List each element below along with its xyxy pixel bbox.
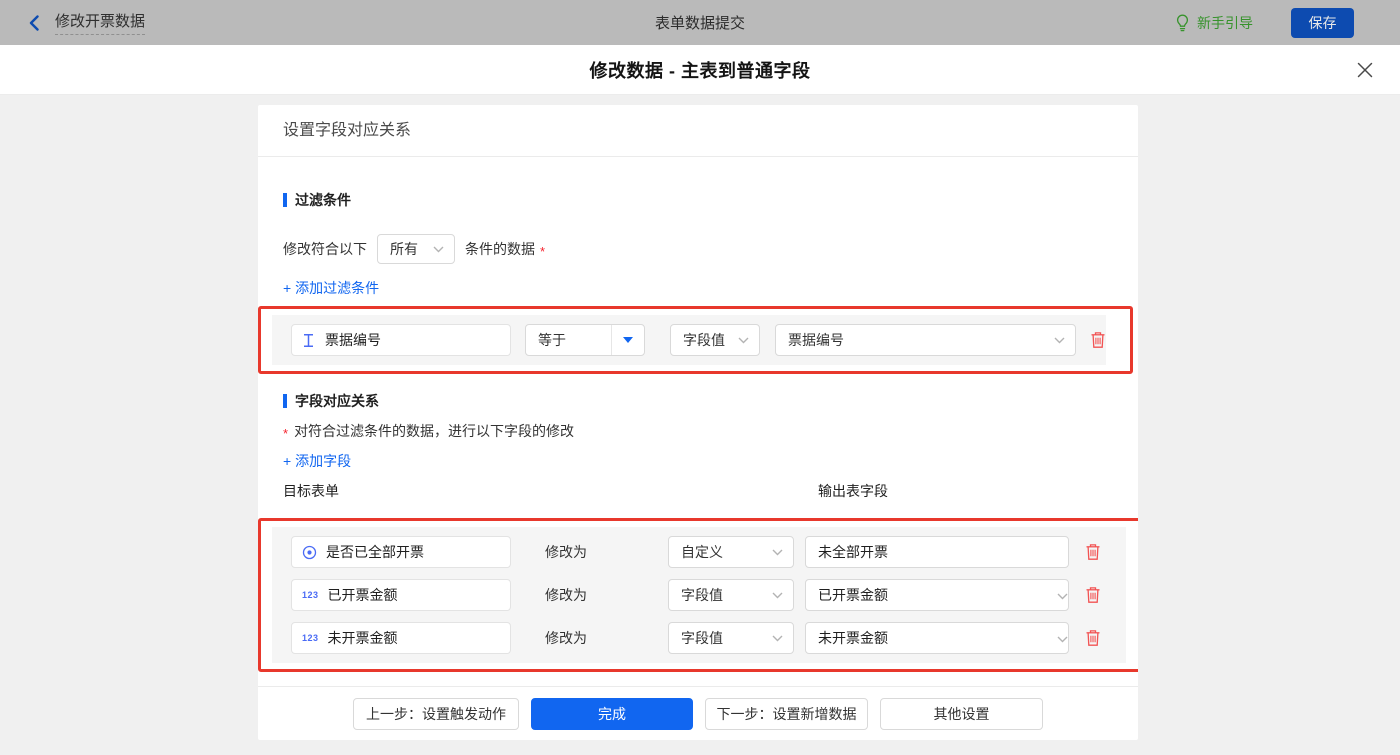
- filter-section-label: 过滤条件: [295, 192, 351, 208]
- card-footer: 上一步：设置触发动作 完成 下一步：设置新增数据 其他设置: [258, 686, 1138, 740]
- filter-suffix-text: 条件的数据: [465, 241, 535, 257]
- output-field-value: 已开票金额: [818, 587, 888, 603]
- chevron-down-icon: [1057, 587, 1068, 603]
- value-mode-select[interactable]: 字段值: [668, 579, 794, 611]
- number-field-icon: 123: [302, 633, 319, 643]
- value-field-select[interactable]: 票据编号: [775, 324, 1076, 356]
- dialog-body: 设置字段对应关系 过滤条件 修改符合以下 所有 条件的数据 * + 添加过滤条件: [0, 95, 1400, 755]
- chevron-down-icon: [772, 549, 793, 556]
- chevron-down-icon: [1054, 337, 1075, 344]
- required-mark: *: [540, 243, 546, 259]
- value-type-select[interactable]: 字段值: [670, 324, 760, 356]
- save-button[interactable]: 保存: [1291, 7, 1354, 38]
- modify-to-label: 修改为: [545, 544, 587, 560]
- value-mode-select[interactable]: 自定义: [668, 536, 794, 568]
- value-mode-select[interactable]: 字段值: [668, 622, 794, 654]
- required-mark: *: [283, 425, 289, 441]
- modify-to-label: 修改为: [545, 630, 587, 646]
- output-field-select[interactable]: 未开票金额: [805, 622, 1069, 654]
- mapping-description: * 对符合过滤条件的数据，进行以下字段的修改: [283, 421, 1113, 441]
- target-field-box[interactable]: 是否已全部开票: [291, 536, 511, 568]
- filter-prefix-text: 修改符合以下: [283, 241, 367, 257]
- condition-field-input[interactable]: 票据编号: [291, 324, 511, 356]
- custom-value-text: 未全部开票: [818, 544, 888, 560]
- condition-field-value: 票据编号: [325, 332, 381, 348]
- target-field-label: 未开票金额: [327, 630, 398, 646]
- operator-dropdown-trigger[interactable]: [611, 325, 644, 355]
- chevron-down-icon: [1057, 630, 1068, 646]
- filter-section-title: 过滤条件: [283, 190, 1113, 210]
- number-field-icon: 123: [302, 590, 319, 600]
- delete-row-trash-icon[interactable]: [1085, 629, 1101, 647]
- mapping-row: 是否已全部开票 修改为 自定义 未全部开票: [272, 536, 1126, 568]
- mapping-section-label: 字段对应关系: [295, 393, 379, 409]
- filter-sentence: 修改符合以下 所有 条件的数据 *: [283, 234, 1113, 264]
- lightbulb-icon: [1175, 14, 1190, 32]
- value-mode-value: 字段值: [681, 587, 723, 603]
- field-mapping-card: 设置字段对应关系 过滤条件 修改符合以下 所有 条件的数据 * + 添加过滤条件: [258, 105, 1138, 740]
- chevron-down-icon: [772, 592, 793, 599]
- target-field-box[interactable]: 123 未开票金额: [291, 622, 511, 654]
- text-field-icon: [302, 333, 315, 348]
- mapping-row: 123 未开票金额 修改为 字段值 未开票金额: [272, 622, 1126, 654]
- delete-row-trash-icon[interactable]: [1085, 586, 1101, 604]
- app-topbar: 修改开票数据 表单数据提交 新手引导 保存: [0, 0, 1400, 45]
- highlight-box-mapping: 是否已全部开票 修改为 自定义 未全部开票 123 已开票金额 修改为 字段值 …: [258, 518, 1138, 672]
- operator-value: 等于: [538, 332, 566, 348]
- highlight-box-filter: 票据编号 等于 字段值 票据编号: [258, 306, 1133, 374]
- workflow-name[interactable]: 修改开票数据: [55, 10, 146, 35]
- dialog-titlebar: 修改数据 - 主表到普通字段: [0, 45, 1400, 95]
- close-icon[interactable]: [1356, 61, 1374, 79]
- match-type-value: 所有: [390, 241, 418, 257]
- modify-to-label: 修改为: [545, 587, 587, 603]
- target-field-box[interactable]: 123 已开票金额: [291, 579, 511, 611]
- card-body: 过滤条件 修改符合以下 所有 条件的数据 * + 添加过滤条件 票据编号 等于 …: [258, 157, 1138, 686]
- chevron-down-icon: [433, 246, 454, 253]
- operator-select[interactable]: 等于: [525, 324, 645, 356]
- mapping-column-headers: 目标表单 输出表字段: [283, 481, 1113, 501]
- output-field-column-header: 输出表字段: [818, 483, 888, 499]
- chevron-down-icon: [738, 337, 759, 344]
- output-field-select[interactable]: 已开票金额: [805, 579, 1069, 611]
- delete-condition-trash-icon[interactable]: [1090, 331, 1106, 349]
- topbar-actions: 新手引导 保存: [1175, 7, 1400, 38]
- card-header: 设置字段对应关系: [258, 105, 1138, 157]
- dialog-title: 修改数据 - 主表到普通字段: [589, 60, 811, 81]
- section-bar-icon: [283, 193, 287, 207]
- mapping-rows-container: 是否已全部开票 修改为 自定义 未全部开票 123 已开票金额 修改为 字段值 …: [272, 527, 1126, 663]
- caret-down-icon: [623, 337, 633, 343]
- target-field-label: 已开票金额: [327, 587, 398, 603]
- radio-field-icon: [302, 545, 317, 560]
- value-type-value: 字段值: [683, 332, 725, 348]
- value-mode-value: 自定义: [681, 544, 723, 560]
- output-field-value: 未开票金额: [818, 630, 888, 646]
- target-form-column-header: 目标表单: [283, 483, 339, 499]
- add-filter-condition-link[interactable]: + 添加过滤条件: [283, 278, 379, 298]
- target-field-label: 是否已全部开票: [326, 544, 424, 560]
- section-bar-icon: [283, 394, 287, 408]
- back-button[interactable]: 修改开票数据: [28, 10, 146, 35]
- match-type-select[interactable]: 所有: [377, 234, 455, 264]
- back-chevron-icon: [28, 14, 40, 31]
- mapping-description-text: 对符合过滤条件的数据，进行以下字段的修改: [294, 423, 575, 439]
- chevron-down-icon: [772, 635, 793, 642]
- delete-row-trash-icon[interactable]: [1085, 543, 1101, 561]
- add-field-link[interactable]: + 添加字段: [283, 451, 351, 471]
- value-field-value: 票据编号: [788, 332, 844, 348]
- value-mode-value: 字段值: [681, 630, 723, 646]
- other-settings-button[interactable]: 其他设置: [880, 697, 1043, 730]
- done-button[interactable]: 完成: [531, 697, 693, 730]
- mapping-section-title: 字段对应关系: [283, 391, 1113, 411]
- beginner-guide-label: 新手引导: [1197, 14, 1253, 31]
- custom-value-input[interactable]: 未全部开票: [805, 536, 1069, 568]
- prev-step-button[interactable]: 上一步：设置触发动作: [353, 697, 519, 730]
- mapping-row: 123 已开票金额 修改为 字段值 已开票金额: [272, 579, 1126, 611]
- next-step-button[interactable]: 下一步：设置新增数据: [705, 697, 868, 730]
- beginner-guide-link[interactable]: 新手引导: [1175, 13, 1253, 33]
- filter-condition-row: 票据编号 等于 字段值 票据编号: [272, 315, 1106, 365]
